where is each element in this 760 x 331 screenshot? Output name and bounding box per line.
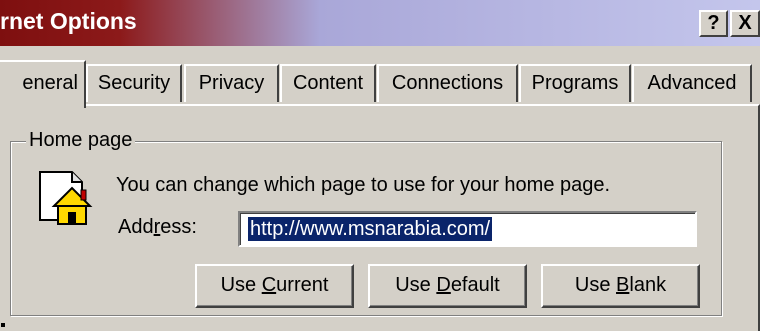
tab-connections[interactable]: Connections [377, 64, 518, 102]
use-current-pre: Use [220, 274, 262, 296]
tab-strip: eneral Security Privacy Content Connecti… [0, 60, 760, 108]
title-bar[interactable]: rnet Options ? X [0, 0, 760, 46]
address-label: Address: [118, 216, 197, 239]
tab-advanced[interactable]: Advanced [632, 64, 752, 102]
use-blank-post: lank [629, 274, 667, 296]
close-button[interactable]: X [730, 10, 760, 37]
tab-general[interactable]: eneral [0, 60, 86, 108]
use-blank-pre: Use [574, 274, 617, 296]
use-current-post: urrent [276, 274, 329, 296]
home-page-description: You can change which page to use for you… [116, 174, 611, 196]
use-blank-button[interactable]: Use Blank [541, 264, 700, 308]
help-button[interactable]: ? [699, 10, 728, 37]
address-label-post: ess: [160, 216, 197, 238]
internet-options-window: rnet Options ? X eneral Security Privacy… [0, 0, 760, 331]
use-current-button[interactable]: Use Current [195, 264, 354, 308]
window-title: rnet Options [0, 8, 137, 34]
use-blank-accel: B [616, 274, 630, 296]
tab-security[interactable]: Security [86, 64, 182, 102]
tab-programs[interactable]: Programs [519, 64, 631, 102]
address-input[interactable]: http://www.msnarabia.com/ [238, 211, 697, 247]
stray-dot [1, 323, 5, 327]
tab-content[interactable]: Content [280, 64, 376, 102]
address-input-value: http://www.msnarabia.com/ [248, 217, 493, 241]
tab-privacy[interactable]: Privacy [184, 64, 279, 102]
home-page-group-label: Home page [26, 127, 136, 153]
use-default-pre: Use [395, 274, 437, 296]
address-label-pre: Add [118, 216, 154, 238]
home-page-icon [39, 171, 93, 225]
use-default-button[interactable]: Use Default [368, 264, 527, 308]
use-default-post: efault [450, 274, 500, 296]
use-default-accel: D [436, 274, 451, 296]
use-current-accel: C [261, 274, 277, 296]
